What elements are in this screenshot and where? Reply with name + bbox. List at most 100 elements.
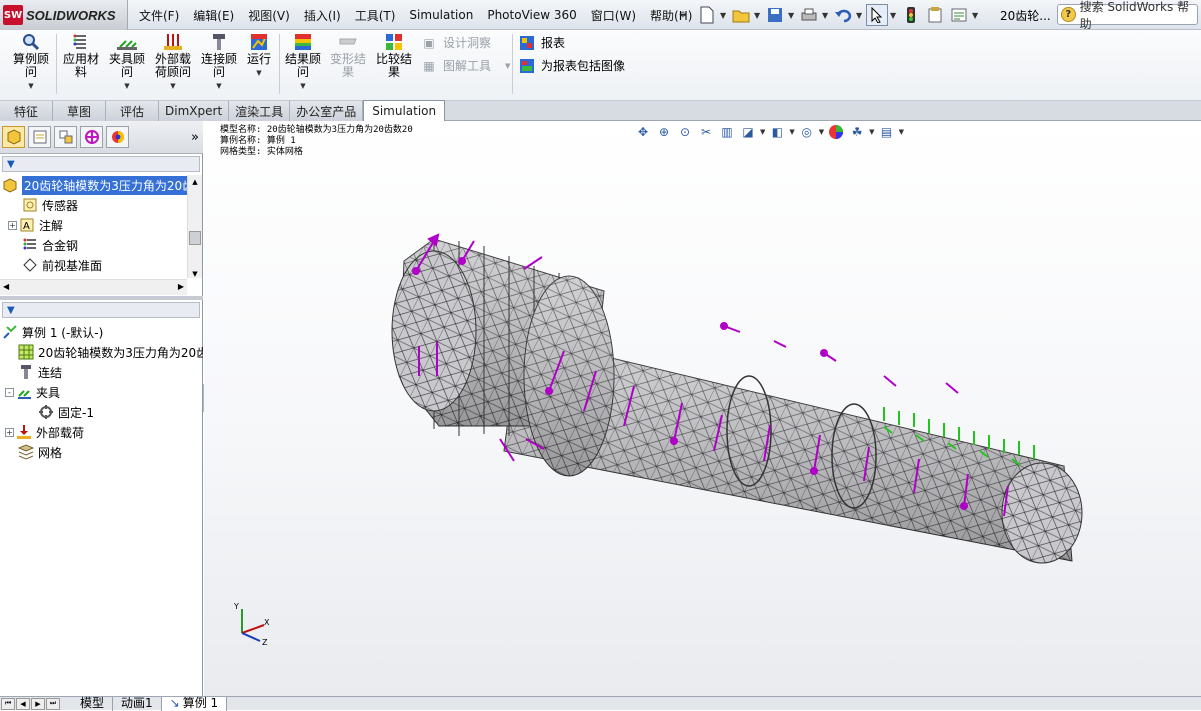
scroll-thumb[interactable] <box>189 231 201 245</box>
study-filter-bar[interactable]: ▼ <box>2 302 200 318</box>
study-item-study[interactable]: 算例 1 (-默认-) <box>0 322 203 342</box>
scroll-up-icon[interactable]: ▲ <box>188 175 202 189</box>
undo-icon[interactable] <box>832 4 854 26</box>
previous-tab-icon[interactable]: ◀ <box>16 697 30 710</box>
study-item-mesh[interactable]: 网格 <box>0 442 203 462</box>
compare-results-button[interactable]: 比较结 果 <box>372 33 416 79</box>
tab-study-1[interactable]: ↘ 算例 1 <box>161 696 228 711</box>
study-item-part[interactable]: 20齿轮轴模数为3压力角为20齿 <box>0 342 203 362</box>
file-properties-icon[interactable] <box>924 4 946 26</box>
expand-chevron-icon[interactable]: » <box>191 130 199 145</box>
print-icon[interactable] <box>798 4 820 26</box>
tree-item-annotations[interactable]: + A 注解 <box>0 215 203 235</box>
tree-item-label: 20齿轮轴模数为3压力角为20齿 <box>38 345 203 360</box>
scroll-right-icon[interactable]: ▶ <box>178 282 184 291</box>
panel-splitter[interactable] <box>0 296 203 300</box>
study-item-fixed-1[interactable]: 固定-1 <box>0 402 203 422</box>
expand-toggle-icon[interactable]: + <box>8 220 17 230</box>
meshed-gear-shaft-model[interactable] <box>204 121 1201 696</box>
part-icon <box>2 177 18 193</box>
last-tab-icon[interactable]: ⏭ <box>46 697 60 710</box>
deformed-result-label: 变形结 果 <box>329 52 366 79</box>
collapse-toggle-icon[interactable]: - <box>5 387 14 397</box>
design-insight-button[interactable]: ▣ 设计洞察 <box>420 34 491 51</box>
quick-access-toolbar: ⌖ ▼ ▼ ▼ ▼ ▼ ▼ ▼ <box>672 3 980 27</box>
tab-animation[interactable]: 动画1 <box>113 696 162 711</box>
options-icon[interactable] <box>948 4 970 26</box>
menu-view[interactable]: 视图(V) <box>241 7 297 24</box>
feature-tree-horizontal-scrollbar[interactable]: ◀ ▶ <box>0 279 187 295</box>
tree-item-material[interactable]: 合金钢 <box>0 235 203 255</box>
results-advisor-button[interactable]: 结果顾 问 ▼ <box>282 33 324 93</box>
deformed-shape-icon <box>338 33 358 51</box>
display-manager-tab-icon[interactable] <box>106 126 129 148</box>
tree-item-sensors[interactable]: 传感器 <box>0 195 203 215</box>
filter-bar[interactable]: ▼ <box>2 156 200 172</box>
graphics-viewport[interactable]: ✥ ⊕ ⊙ ✂ ▥ ◪ ▼ ◧ ▼ ◎ ▼ ☘ ▼ ▤ ▼ 模型名称: 20齿轮轴模数为3… <box>204 121 1201 696</box>
study-advisor-button[interactable]: 算例顾 问 ▼ <box>8 33 54 93</box>
tab-sketch[interactable]: 草图 <box>53 101 107 121</box>
apply-material-button[interactable]: 应用材 料 <box>60 33 102 79</box>
chevron-down-icon[interactable]: ▼ <box>972 11 980 20</box>
menu-file[interactable]: 文件(F) <box>132 7 186 24</box>
separator <box>279 34 280 94</box>
new-document-icon[interactable] <box>696 4 718 26</box>
first-tab-icon[interactable]: ⏮ <box>1 697 15 710</box>
feature-manager-tabs: » <box>0 121 203 154</box>
tab-office-products[interactable]: 办公室产品 <box>290 101 364 121</box>
study-item-external-loads[interactable]: + 外部载荷 <box>0 422 203 442</box>
menu-edit[interactable]: 编辑(E) <box>186 7 241 24</box>
scroll-down-icon[interactable]: ▼ <box>188 270 202 278</box>
menu-simulation[interactable]: Simulation <box>402 8 480 22</box>
deformed-result-button[interactable]: 变形结 果 <box>326 33 370 79</box>
tree-item-front-plane[interactable]: 前视基准面 <box>0 255 203 275</box>
help-search-box[interactable]: ? 搜索 SolidWorks 帮助 <box>1057 0 1198 31</box>
tab-simulation[interactable]: Simulation <box>363 100 446 121</box>
tab-model[interactable]: 模型 <box>72 696 114 711</box>
menu-window[interactable]: 窗口(W) <box>584 7 643 24</box>
pin-icon[interactable]: ⌖ <box>672 4 694 26</box>
study-item-connections[interactable]: 连结 <box>0 362 203 382</box>
connections-advisor-button[interactable]: 连接顾 问 ▼ <box>198 33 240 93</box>
tab-evaluate[interactable]: 评估 <box>106 101 160 121</box>
menu-tools[interactable]: 工具(T) <box>348 7 403 24</box>
feature-tree-tab-icon[interactable] <box>2 126 25 148</box>
chevron-down-icon[interactable]: ▼ <box>822 11 830 20</box>
tree-item-part[interactable]: 20齿轮轴模数为3压力角为20齿 <box>0 175 203 195</box>
chevron-down-icon[interactable]: ▼ <box>754 11 762 20</box>
save-icon[interactable] <box>764 4 786 26</box>
open-folder-icon[interactable] <box>730 4 752 26</box>
chevron-down-icon[interactable]: ▼ <box>856 11 864 20</box>
fixtures-advisor-button[interactable]: 夹具顾 问 ▼ <box>104 33 150 93</box>
run-button[interactable]: 运行 ▼ <box>242 33 276 80</box>
chevron-down-icon[interactable]: ▼ <box>720 11 728 20</box>
feature-tree-vertical-scrollbar[interactable]: ▲ ▼ <box>187 175 202 278</box>
tree-item-label: 外部载荷 <box>36 425 85 440</box>
scroll-left-icon[interactable]: ◀ <box>3 282 9 291</box>
expand-toggle-icon[interactable]: + <box>5 427 14 437</box>
tab-dimxpert[interactable]: DimXpert <box>159 101 230 121</box>
dimxpert-tab-icon[interactable] <box>80 126 103 148</box>
property-manager-tab-icon[interactable] <box>28 126 51 148</box>
menu-photoview[interactable]: PhotoView 360 <box>480 8 583 22</box>
report-button[interactable]: 报表 <box>518 34 565 51</box>
chevron-down-icon[interactable]: ▼ <box>788 11 796 20</box>
menu-insert[interactable]: 插入(I) <box>297 7 348 24</box>
select-pointer-icon[interactable] <box>866 4 888 26</box>
solidworks-logo[interactable]: SW SOLIDWORKS <box>0 0 128 30</box>
model-view-tabs: ⏮ ◀ ▶ ⏭ 模型 动画1 ↘ 算例 1 <box>0 696 1201 711</box>
plot-tools-button[interactable]: ▦ 图解工具 ▼ <box>420 57 510 74</box>
chevron-down-icon[interactable]: ▼ <box>890 11 898 20</box>
external-loads-advisor-button[interactable]: 外部载 荷顾问 ▼ <box>150 33 196 93</box>
next-tab-icon[interactable]: ▶ <box>31 697 45 710</box>
brand-name: SOLIDWORKS <box>26 7 116 23</box>
configuration-manager-tab-icon[interactable] <box>54 126 77 148</box>
tab-render-tools[interactable]: 渲染工具 <box>229 101 291 121</box>
tab-features[interactable]: 特征 <box>0 101 54 121</box>
part-mesh-icon <box>18 344 34 360</box>
include-image-report-button[interactable]: 为报表包括图像 <box>518 57 625 74</box>
traffic-light-icon[interactable] <box>900 4 922 26</box>
tree-item-label: 前视基准面 <box>42 258 103 273</box>
study-item-fixtures[interactable]: - 夹具 <box>0 382 203 402</box>
apply-material-label: 应用材 料 <box>62 52 99 79</box>
